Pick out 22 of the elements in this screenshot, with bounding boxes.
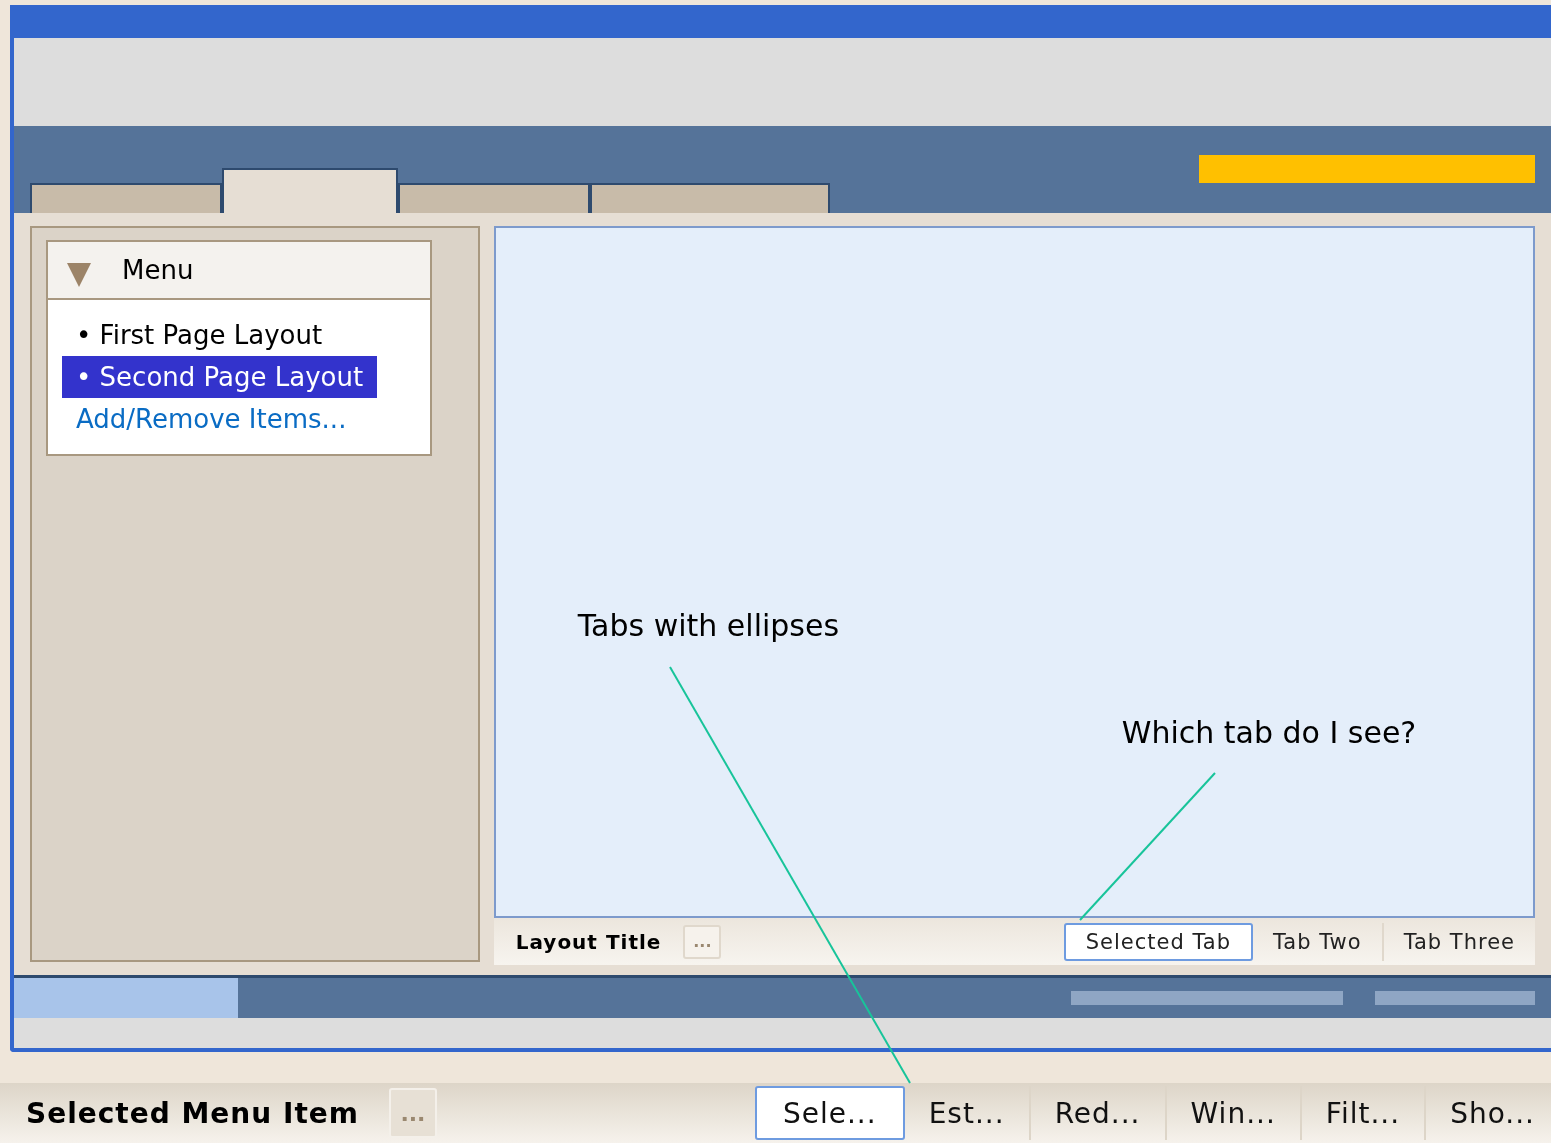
tab[interactable]: Tab Three <box>1383 922 1535 961</box>
tab[interactable]: Tab Two <box>1253 922 1384 961</box>
selected-menu-item-title: Selected Menu Item <box>26 1096 359 1130</box>
tab[interactable]: Est... <box>904 1086 1031 1140</box>
layout-title: Layout Title <box>515 929 662 954</box>
tab[interactable] <box>30 183 222 213</box>
tab[interactable] <box>590 183 830 213</box>
tab[interactable]: Selected Tab <box>1063 922 1253 961</box>
menu-item[interactable]: • First Page Layout <box>62 314 337 356</box>
tab[interactable]: Red... <box>1030 1086 1167 1140</box>
tab[interactable]: Sele... <box>754 1086 905 1140</box>
tab[interactable]: Filt... <box>1301 1086 1427 1140</box>
annotation-text: Which tab do I see? <box>1121 715 1417 750</box>
annotation-text: Tabs with ellipses <box>577 608 840 643</box>
tab[interactable] <box>398 183 590 213</box>
tab[interactable]: Sho... <box>1426 1086 1551 1140</box>
tab[interactable]: Win... <box>1166 1086 1302 1140</box>
menu-title: Menu <box>122 255 194 285</box>
menu-item[interactable]: • Second Page Layout <box>62 356 378 398</box>
tab[interactable] <box>222 168 398 213</box>
triangle-icon[interactable] <box>66 261 92 287</box>
add-remove-link[interactable]: Add/Remove Items... <box>62 398 361 440</box>
